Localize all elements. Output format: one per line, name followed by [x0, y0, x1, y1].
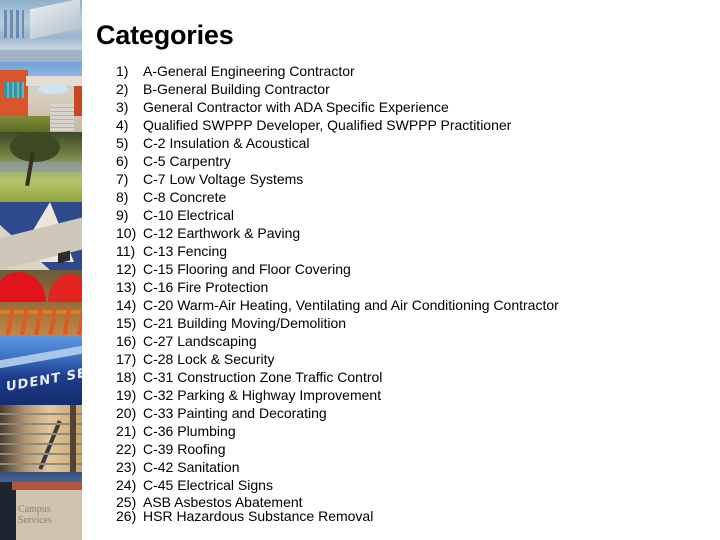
- category-label: C-7 Low Voltage Systems: [143, 171, 304, 187]
- category-item: 13) C-16 Fire Protection: [116, 278, 559, 296]
- category-number: 15): [116, 315, 137, 331]
- photo-collage-strip: UDENT SERVICES Campus Services: [0, 0, 82, 540]
- category-item: 16) C-27 Landscaping: [116, 332, 559, 350]
- category-number: 19): [116, 387, 137, 403]
- slide-title: Categories: [96, 20, 234, 50]
- white-tent-roof-photo: [0, 202, 82, 270]
- category-label: C-31 Construction Zone Traffic Control: [143, 369, 383, 385]
- glass-building-photo: [0, 0, 82, 62]
- services-sign-text: UDENT SERVICES: [6, 355, 82, 396]
- category-label: C-5 Carpentry: [143, 153, 231, 169]
- category-item: 15) C-21 Building Moving/Demolition: [116, 314, 559, 332]
- services-sign-photo: UDENT SERVICES: [0, 335, 82, 405]
- category-number: 5): [116, 135, 129, 151]
- category-number: 14): [116, 297, 137, 313]
- category-item: 19) C-32 Parking & Highway Improvement: [116, 386, 559, 404]
- category-item: 23) C-42 Sanitation: [116, 458, 559, 476]
- category-label: C-2 Insulation & Acoustical: [143, 135, 310, 151]
- category-number: 12): [116, 261, 137, 277]
- category-number: 26): [116, 508, 137, 524]
- category-item: 25) ASB Asbestos Abatement: [116, 494, 559, 510]
- category-label: C-42 Sanitation: [143, 459, 240, 475]
- red-umbrellas-photo: [0, 270, 82, 335]
- category-number: 1): [116, 63, 129, 79]
- category-item: 26) HSR Hazardous Substance Removal: [116, 507, 559, 525]
- category-item: 11) C-13 Fencing: [116, 242, 559, 260]
- category-label: C-45 Electrical Signs: [143, 477, 273, 493]
- category-item: 10) C-12 Earthwork & Paving: [116, 224, 559, 242]
- category-number: 3): [116, 99, 129, 115]
- category-number: 4): [116, 117, 129, 133]
- category-number: 10): [116, 225, 137, 241]
- category-item: 21) C-36 Plumbing: [116, 422, 559, 440]
- category-label: HSR Hazardous Substance Removal: [143, 508, 374, 524]
- category-number: 21): [116, 423, 137, 439]
- category-item: 1) A-General Engineering Contractor: [116, 62, 559, 80]
- category-label: C-15 Flooring and Floor Covering: [143, 261, 351, 277]
- category-label: C-39 Roofing: [143, 441, 226, 457]
- category-label: Qualified SWPPP Developer, Qualified SWP…: [143, 117, 512, 133]
- category-number: 23): [116, 459, 137, 475]
- category-label: B-General Building Contractor: [143, 81, 330, 97]
- category-number: 20): [116, 405, 137, 421]
- category-item: 9) C-10 Electrical: [116, 206, 559, 224]
- category-item: 2) B-General Building Contractor: [116, 80, 559, 98]
- category-label: C-16 Fire Protection: [143, 279, 269, 295]
- category-label: C-8 Concrete: [143, 189, 227, 205]
- category-label: C-20 Warm-Air Heating, Ventilating and A…: [143, 297, 559, 313]
- stair-railing-photo: [0, 405, 82, 472]
- category-number: 13): [116, 279, 137, 295]
- category-label: C-13 Fencing: [143, 243, 228, 259]
- category-label: C-10 Electrical: [143, 207, 235, 223]
- category-item: 5) C-2 Insulation & Acoustical: [116, 134, 559, 152]
- category-item: 24) C-45 Electrical Signs: [116, 476, 559, 494]
- category-number: 11): [116, 243, 136, 259]
- category-label: C-32 Parking & Highway Improvement: [143, 387, 382, 403]
- trees-lawn-photo: [0, 132, 82, 202]
- category-number: 24): [116, 477, 137, 493]
- category-item: 17) C-28 Lock & Security: [116, 350, 559, 368]
- category-item: 12) C-15 Flooring and Floor Covering: [116, 260, 559, 278]
- category-item: 14) C-20 Warm-Air Heating, Ventilating an…: [116, 296, 559, 314]
- category-item: 18) C-31 Construction Zone Traffic Contro…: [116, 368, 559, 386]
- categories-list: 1) A-General Engineering Contractor 2) B-Ge…: [116, 62, 559, 525]
- category-item: 3) General Contractor with ADA Specific E…: [116, 98, 559, 116]
- category-number: 16): [116, 333, 137, 349]
- category-number: 6): [116, 153, 129, 169]
- category-label: A-General Engineering Contractor: [143, 63, 355, 79]
- category-label: C-28 Lock & Security: [143, 351, 275, 367]
- category-number: 2): [116, 81, 129, 97]
- category-item: 8) C-8 Concrete: [116, 188, 559, 206]
- campus-services-engraving: Campus Services: [18, 504, 52, 526]
- category-item: 22) C-39 Roofing: [116, 440, 559, 458]
- category-label: C-27 Landscaping: [143, 333, 257, 349]
- orange-building-photo: [0, 62, 82, 132]
- category-label: C-12 Earthwork & Paving: [143, 225, 301, 241]
- category-label: C-21 Building Moving/Demolition: [143, 315, 347, 331]
- category-item: 7) C-7 Low Voltage Systems: [116, 170, 559, 188]
- category-label: C-33 Painting and Decorating: [143, 405, 327, 421]
- category-number: 9): [116, 207, 129, 223]
- category-number: 18): [116, 369, 137, 385]
- category-number: 7): [116, 171, 129, 187]
- campus-services-building-photo: Campus Services: [0, 472, 82, 540]
- category-item: 6) C-5 Carpentry: [116, 152, 559, 170]
- category-number: 8): [116, 189, 129, 205]
- category-number: 17): [116, 351, 137, 367]
- category-item: 4) Qualified SWPPP Developer, Qualified S…: [116, 116, 559, 134]
- category-number: 22): [116, 441, 137, 457]
- category-label: C-36 Plumbing: [143, 423, 236, 439]
- category-item: 20) C-33 Painting and Decorating: [116, 404, 559, 422]
- category-label: General Contractor with ADA Specific Exp…: [143, 99, 449, 115]
